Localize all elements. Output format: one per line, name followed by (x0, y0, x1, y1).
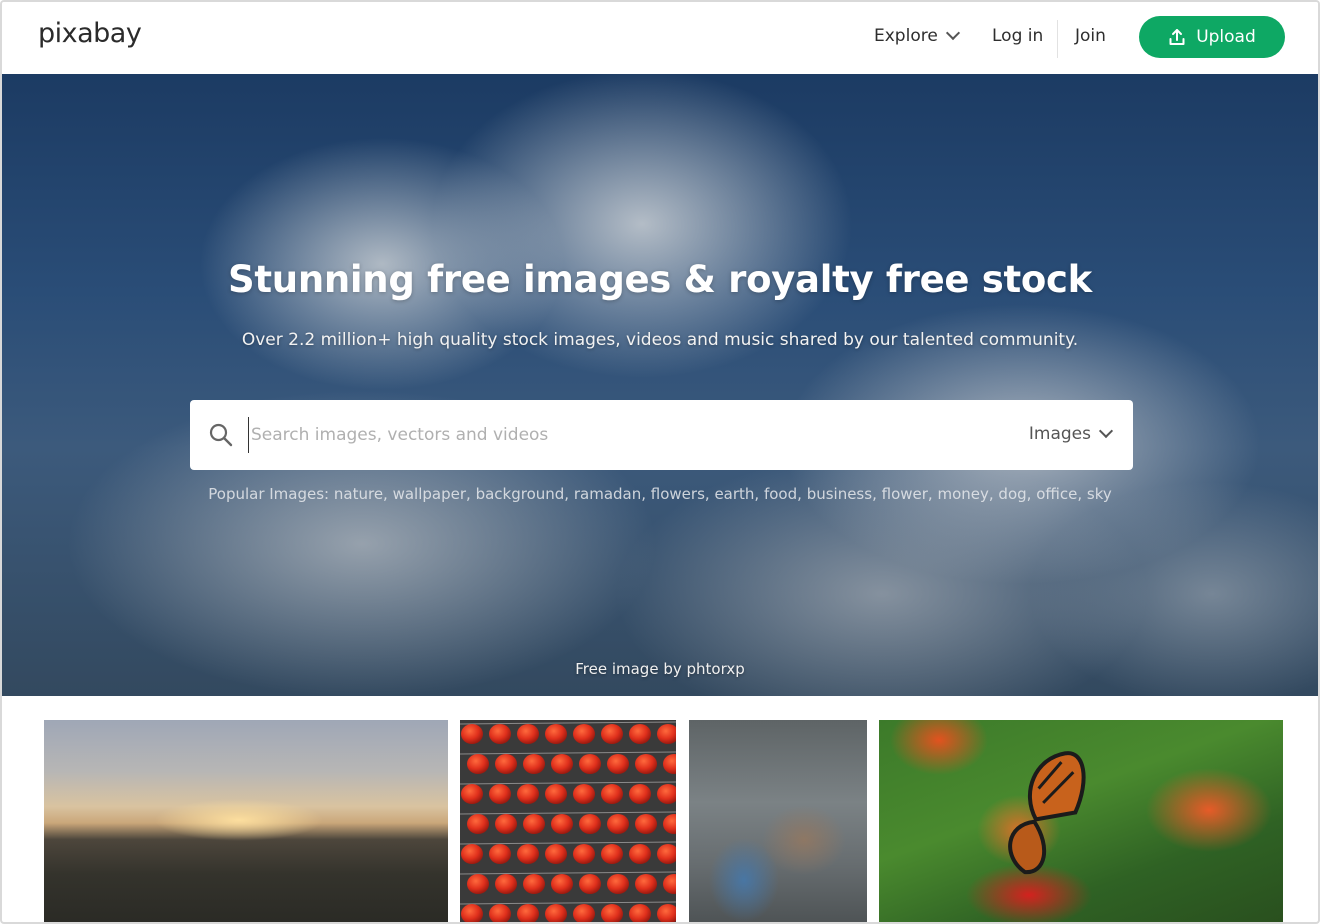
lantern (635, 814, 657, 834)
chevron-down-icon (945, 25, 960, 41)
lantern (573, 844, 595, 864)
image-thumb-monarch-butterfly[interactable] (879, 720, 1283, 922)
lantern (607, 874, 629, 894)
lantern (579, 754, 601, 774)
lantern (461, 844, 483, 864)
search-bar: Images (190, 400, 1133, 470)
lantern (629, 844, 651, 864)
popular-tag[interactable]: wallpaper (393, 485, 466, 503)
lantern (467, 754, 489, 774)
lantern (635, 874, 657, 894)
search-icon[interactable] (208, 422, 234, 448)
popular-tags: Popular Images: nature, wallpaper, backg… (2, 485, 1318, 503)
lantern (551, 814, 573, 834)
lantern (607, 814, 629, 834)
popular-tag[interactable]: office (1036, 485, 1077, 503)
explore-label: Explore (874, 26, 938, 46)
lantern (607, 754, 629, 774)
lantern (545, 904, 567, 922)
popular-tag[interactable]: flower (882, 485, 928, 503)
popular-tag[interactable]: nature (334, 485, 383, 503)
lantern (489, 904, 511, 922)
lantern (629, 724, 651, 744)
page-frame: pixabay Explore Log in Join Upload Stunn… (0, 0, 1320, 924)
popular-tag[interactable]: flowers (651, 485, 705, 503)
lantern (551, 754, 573, 774)
lantern (489, 784, 511, 804)
popular-label: Popular Images: (208, 485, 330, 503)
popular-tag[interactable]: sky (1087, 485, 1112, 503)
lantern (523, 814, 545, 834)
upload-label: Upload (1196, 27, 1256, 47)
upload-button[interactable]: Upload (1139, 16, 1285, 58)
lantern (517, 724, 539, 744)
lantern (517, 784, 539, 804)
upload-icon (1168, 28, 1186, 46)
lantern (551, 874, 573, 894)
popular-tag[interactable]: business (807, 485, 872, 503)
lantern (495, 814, 517, 834)
search-type-label: Images (1028, 424, 1091, 444)
lantern (495, 754, 517, 774)
lantern (517, 844, 539, 864)
lantern (601, 784, 623, 804)
popular-tag[interactable]: money (937, 485, 988, 503)
lantern (467, 874, 489, 894)
lantern (517, 904, 539, 922)
popular-tag[interactable]: dog (998, 485, 1026, 503)
site-header: pixabay Explore Log in Join Upload (2, 2, 1318, 74)
lantern (635, 754, 657, 774)
search-type-select[interactable]: Images (1028, 423, 1114, 444)
lantern (573, 904, 595, 922)
chevron-down-icon (1098, 423, 1114, 439)
lantern (629, 904, 651, 922)
lantern (461, 724, 483, 744)
lantern (629, 784, 651, 804)
image-thumb-elderly-woman[interactable] (689, 720, 867, 922)
pixabay-logo[interactable]: pixabay (38, 18, 142, 49)
image-grid (2, 720, 1318, 922)
lantern (489, 724, 511, 744)
lantern (467, 814, 489, 834)
lantern (601, 904, 623, 922)
popular-tag[interactable]: ramadan (574, 485, 641, 503)
lantern (545, 784, 567, 804)
lantern (461, 904, 483, 922)
explore-menu[interactable]: Explore (874, 25, 960, 46)
lantern (579, 814, 601, 834)
image-thumb-sunset-landscape[interactable] (44, 720, 448, 922)
popular-tag[interactable]: earth (714, 485, 754, 503)
lantern (523, 874, 545, 894)
lantern (495, 874, 517, 894)
lantern (601, 724, 623, 744)
popular-tag-list: nature, wallpaper, background, ramadan, … (333, 485, 1112, 503)
lantern (523, 754, 545, 774)
lantern (601, 844, 623, 864)
join-link[interactable]: Join (1075, 26, 1106, 46)
hero-banner: Stunning free images & royalty free stoc… (2, 74, 1318, 696)
lantern (545, 844, 567, 864)
search-input[interactable] (248, 417, 948, 453)
lantern (461, 784, 483, 804)
hero-title: Stunning free images & royalty free stoc… (228, 258, 1092, 301)
nav-divider (1057, 20, 1058, 58)
lantern (579, 874, 601, 894)
lantern (489, 844, 511, 864)
lantern (573, 724, 595, 744)
image-credit[interactable]: Free image by phtorxp (2, 660, 1318, 678)
image-thumb-red-lanterns[interactable] (460, 720, 676, 922)
lantern (545, 724, 567, 744)
popular-tag[interactable]: food (764, 485, 797, 503)
hero-subtitle: Over 2.2 million+ high quality stock ima… (241, 330, 1079, 350)
popular-tag[interactable]: background (476, 485, 565, 503)
lantern (573, 784, 595, 804)
login-link[interactable]: Log in (992, 26, 1043, 46)
